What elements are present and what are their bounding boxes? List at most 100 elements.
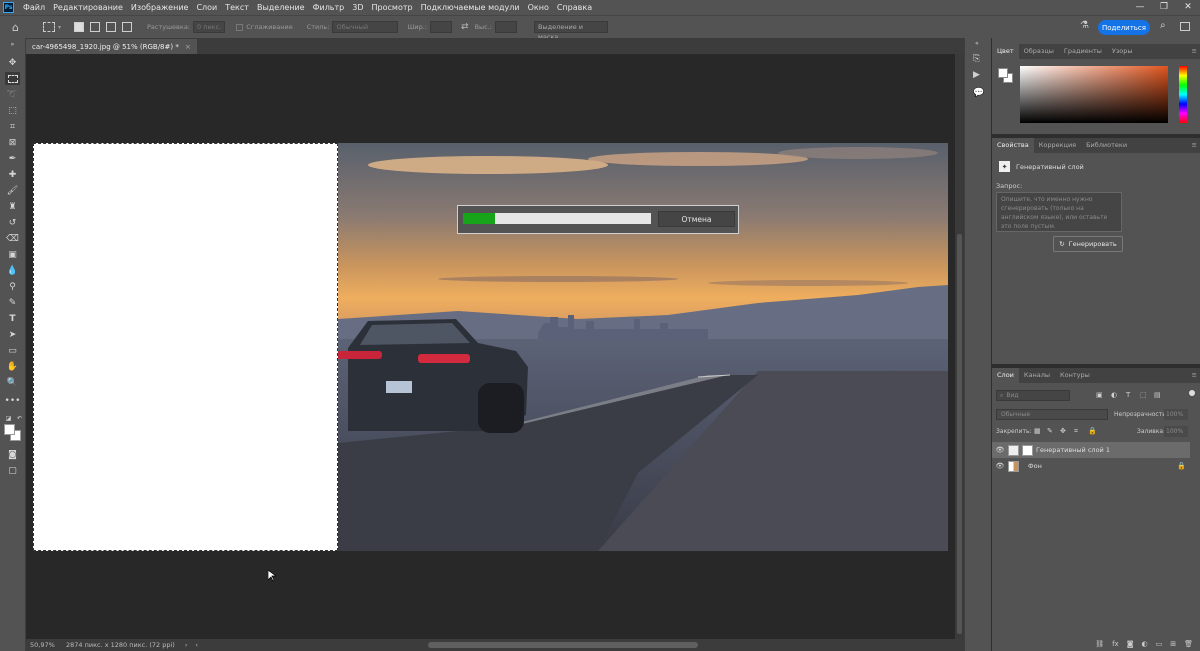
- menu-filter[interactable]: Фильтр: [309, 3, 349, 12]
- share-button[interactable]: Поделиться: [1098, 20, 1150, 35]
- layer-filter-input[interactable]: ⌕ Вид: [996, 390, 1070, 401]
- menu-edit[interactable]: Редактирование: [49, 3, 127, 12]
- fx-icon[interactable]: fx: [1112, 640, 1119, 648]
- canvas-white-area[interactable]: [33, 143, 338, 551]
- panel-menu-icon[interactable]: ≡: [1192, 138, 1197, 153]
- more-tools-icon[interactable]: •••: [5, 394, 21, 407]
- filter-adjust-icon[interactable]: ◐: [1111, 391, 1117, 399]
- menu-plugins[interactable]: Подключаемые модули: [417, 3, 524, 12]
- generate-button[interactable]: ↻ Генерировать: [1053, 236, 1123, 252]
- tab-libraries[interactable]: Библиотеки: [1081, 138, 1132, 153]
- menu-type[interactable]: Текст: [221, 3, 253, 12]
- close-tab-icon[interactable]: ×: [185, 43, 191, 51]
- visibility-eye-icon[interactable]: 👁: [992, 446, 1008, 454]
- gradient-tool-icon[interactable]: ▣: [5, 248, 20, 261]
- horizontal-scroll-thumb[interactable]: [428, 642, 698, 648]
- tab-layers[interactable]: Слои: [992, 368, 1019, 383]
- layer-row[interactable]: 👁 Генеративный слой 1: [992, 442, 1190, 458]
- flask-icon[interactable]: ⚗: [1080, 20, 1089, 31]
- cancel-button[interactable]: Отмена: [658, 211, 735, 227]
- filter-shape-icon[interactable]: ⬚: [1140, 391, 1147, 399]
- menu-window[interactable]: Окно: [524, 3, 553, 12]
- type-tool-icon[interactable]: T: [5, 312, 20, 325]
- new-selection-icon[interactable]: [74, 22, 84, 32]
- subtract-selection-icon[interactable]: [106, 22, 116, 32]
- blur-tool-icon[interactable]: 💧: [5, 264, 20, 277]
- lasso-tool-icon[interactable]: ➰: [5, 88, 20, 101]
- lock-pixels-icon[interactable]: ✎: [1047, 427, 1053, 435]
- width-input[interactable]: [430, 21, 453, 33]
- filter-smart-icon[interactable]: ▤: [1154, 391, 1161, 399]
- object-select-tool-icon[interactable]: ⬚: [5, 104, 20, 117]
- eyedropper-tool-icon[interactable]: ✒: [5, 152, 20, 165]
- stamp-tool-icon[interactable]: ♜: [5, 200, 20, 213]
- filter-pixel-icon[interactable]: ▣: [1096, 391, 1103, 399]
- antialias-checkbox[interactable]: [236, 23, 244, 31]
- swap-icon[interactable]: ⇄: [461, 22, 469, 32]
- home-icon[interactable]: ⌂: [12, 21, 19, 34]
- menu-help[interactable]: Справка: [553, 3, 596, 12]
- menu-select[interactable]: Выделение: [253, 3, 309, 12]
- rectangle-tool-icon[interactable]: ▭: [5, 344, 20, 357]
- tab-properties[interactable]: Свойства: [992, 138, 1034, 153]
- document-tab[interactable]: car-4965498_1920.jpg @ 51% (RGB/8#) * ×: [26, 39, 197, 54]
- brush-tool-icon[interactable]: 🖌: [5, 184, 20, 197]
- dodge-tool-icon[interactable]: ⚲: [5, 280, 20, 293]
- expand-panels-icon[interactable]: «: [975, 40, 979, 47]
- collapse-panel-icon[interactable]: »: [5, 38, 20, 51]
- fill-input[interactable]: 100%: [1164, 426, 1188, 437]
- move-tool-icon[interactable]: ✥: [5, 56, 20, 69]
- tab-adjustments[interactable]: Коррекция: [1034, 138, 1081, 153]
- hand-tool-icon[interactable]: ✋: [5, 360, 20, 373]
- screen-mode-icon[interactable]: ▢: [5, 464, 20, 477]
- new-layer-icon[interactable]: ⊞: [1170, 640, 1176, 648]
- hue-slider[interactable]: [1179, 66, 1187, 123]
- search-icon[interactable]: ⌕: [1160, 20, 1166, 31]
- history-brush-tool-icon[interactable]: ↺: [5, 216, 20, 229]
- tab-color[interactable]: Цвет: [992, 44, 1019, 59]
- tab-paths[interactable]: Контуры: [1055, 368, 1095, 383]
- layer-row[interactable]: 👁 Фон 🔒: [992, 458, 1190, 474]
- style-select[interactable]: Обычный: [332, 21, 399, 33]
- healing-tool-icon[interactable]: ✚: [5, 168, 20, 181]
- lock-artboard-icon[interactable]: ⌗: [1074, 427, 1078, 436]
- marquee-preset-icon[interactable]: [42, 22, 55, 32]
- crop-tool-icon[interactable]: ⌗: [5, 120, 20, 133]
- tab-patterns[interactable]: Узоры: [1107, 44, 1138, 59]
- fg-color-chip[interactable]: [998, 68, 1008, 78]
- lock-all-icon[interactable]: 🔒: [1088, 427, 1097, 435]
- opacity-input[interactable]: 100%: [1164, 409, 1188, 420]
- pen-tool-icon[interactable]: ✎: [5, 296, 20, 309]
- vertical-scroll-thumb[interactable]: [957, 234, 962, 634]
- height-input[interactable]: [494, 21, 517, 33]
- layer-name[interactable]: Генеративный слой 1: [1036, 446, 1110, 454]
- adjustment-layer-icon[interactable]: ◐: [1142, 640, 1148, 648]
- filter-toggle-icon[interactable]: [1189, 390, 1195, 396]
- tab-gradients[interactable]: Градиенты: [1059, 44, 1107, 59]
- blend-mode-select[interactable]: Обычные: [996, 409, 1108, 420]
- add-mask-icon[interactable]: ◙: [1127, 640, 1134, 648]
- link-layers-icon[interactable]: ⛓: [1095, 640, 1104, 648]
- menu-3d[interactable]: 3D: [348, 3, 367, 12]
- tab-swatches[interactable]: Образцы: [1019, 44, 1059, 59]
- delete-layer-icon[interactable]: 🗑: [1184, 640, 1193, 648]
- filter-type-icon[interactable]: T: [1126, 391, 1130, 399]
- status-menu-icon[interactable]: ›: [185, 641, 188, 649]
- eraser-tool-icon[interactable]: ⌫: [5, 232, 20, 245]
- workspace-icon[interactable]: [1180, 22, 1190, 31]
- scroll-left-icon[interactable]: ‹: [195, 641, 198, 649]
- maximize-icon[interactable]: ❐: [1152, 0, 1176, 15]
- zoom-level[interactable]: 50,97%: [30, 641, 62, 649]
- prompt-input[interactable]: Опишите, что именно нужно сгенерировать …: [996, 192, 1122, 232]
- panel-menu-icon[interactable]: ≡: [1192, 368, 1197, 383]
- chevron-down-icon[interactable]: ▾: [58, 24, 61, 31]
- menu-image[interactable]: Изображение: [127, 3, 193, 12]
- vertical-scrollbar[interactable]: [955, 54, 964, 639]
- add-selection-icon[interactable]: [90, 22, 100, 32]
- history-panel-icon[interactable]: ⎘: [973, 54, 980, 64]
- select-mask-button[interactable]: Выделение и маска...: [533, 21, 608, 41]
- comments-panel-icon[interactable]: 💬: [973, 88, 984, 98]
- layer-name[interactable]: Фон: [1028, 462, 1042, 470]
- color-field[interactable]: [1020, 66, 1168, 123]
- path-select-tool-icon[interactable]: ➤: [5, 328, 20, 341]
